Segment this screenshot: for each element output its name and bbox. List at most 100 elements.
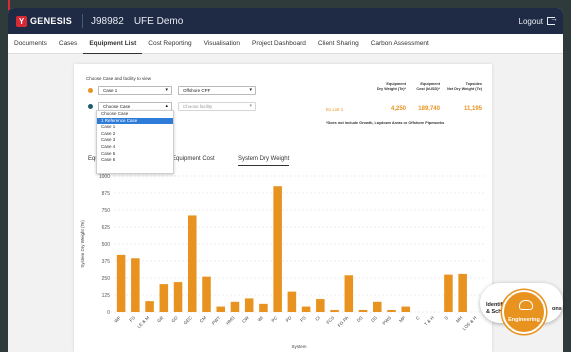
x-tick-label: GR xyxy=(156,315,165,324)
engineering-label: Engineering xyxy=(508,317,540,323)
chevron-down-icon: ▴ xyxy=(165,103,168,109)
logout-button[interactable]: Logout xyxy=(518,14,558,26)
dropdown-option-1-reference-case[interactable]: 1 Reference Case xyxy=(97,117,173,125)
nav-item-visualisation[interactable]: Visualisation xyxy=(198,34,246,54)
bar xyxy=(116,254,126,312)
header-topsides: Topsides Net Dry Weight (Te) xyxy=(447,82,482,91)
chevron-down-icon: ▾ xyxy=(249,87,252,93)
x-tick-label: C xyxy=(415,315,421,321)
logout-label: Logout xyxy=(518,16,543,26)
summary-topsides: 11,195 xyxy=(463,106,482,112)
genesis-logo[interactable]: Y GENESIS xyxy=(16,15,74,27)
case-select-2-value: Choose Case xyxy=(103,104,131,109)
bar xyxy=(202,276,211,312)
chevron-down-icon: ▾ xyxy=(249,103,252,109)
y-tick-label: 250 xyxy=(102,276,111,282)
x-axis-label: System xyxy=(291,344,306,349)
x-tick-label: WI xyxy=(257,315,264,322)
bar xyxy=(131,258,140,312)
bar xyxy=(173,282,183,312)
summary-footnote: *Does not include Growth, Laydown Areas … xyxy=(326,121,445,125)
bar xyxy=(330,309,339,312)
facility-select-1[interactable]: Offshore CPF ▾ xyxy=(178,86,256,95)
nav-item-documents[interactable]: Documents xyxy=(8,34,53,54)
x-tick-label: GEC xyxy=(183,315,194,326)
project-id: J98982 xyxy=(91,15,124,27)
bar xyxy=(287,291,297,312)
x-tick-label: GD xyxy=(170,315,179,324)
case-select-1[interactable]: Case 1 ▾ xyxy=(98,86,172,95)
facility-select-2[interactable]: Choose facility ▾ xyxy=(178,102,256,111)
y-tick-label: 500 xyxy=(102,242,111,248)
bar xyxy=(316,299,325,312)
cloud-upload-icon xyxy=(519,300,533,310)
x-tick-label: FS xyxy=(128,315,136,323)
dropdown-option-case-3[interactable]: Case 3 xyxy=(97,137,173,144)
engineering-button[interactable]: Engineering xyxy=(502,290,546,334)
nav-item-cost-reporting[interactable]: Cost Reporting xyxy=(142,34,197,54)
case-1-color-dot xyxy=(88,88,93,93)
dropdown-option-case-1[interactable]: Case 1 xyxy=(97,124,173,131)
bar xyxy=(373,301,382,312)
x-tick-label: MH xyxy=(455,315,463,323)
dropdown-option-case-5[interactable]: Case 5 xyxy=(97,151,173,158)
x-tick-label: FG PA xyxy=(337,315,350,328)
bar xyxy=(358,309,368,312)
badge-left-text-1: Identif xyxy=(486,302,503,308)
y-tick-label: 125 xyxy=(102,293,111,299)
x-tick-label: MP xyxy=(398,315,406,323)
bar xyxy=(301,306,311,312)
x-tick-label: CW xyxy=(241,315,250,324)
x-tick-label: DS xyxy=(370,315,378,323)
bar xyxy=(458,273,467,312)
facility-select-2-placeholder: Choose facility xyxy=(183,104,213,109)
y-tick-label: 0 xyxy=(107,310,110,316)
dropdown-option-choose-case[interactable]: Choose Case xyxy=(97,111,173,118)
x-tick-label: CI xyxy=(314,315,321,322)
dropdown-option-case-4[interactable]: Case 4 xyxy=(97,144,173,151)
bar xyxy=(145,301,154,312)
dropdown-option-case-2[interactable]: Case 2 xyxy=(97,131,173,138)
x-tick-label: PWS xyxy=(381,315,392,326)
nav-item-client-sharing[interactable]: Client Sharing xyxy=(312,34,365,54)
x-tick-label: DS xyxy=(356,315,364,323)
x-tick-label: FS xyxy=(299,315,307,323)
system-dry-weight-chart: 01252503755006257508751000WF FS LE & M GR GD… xyxy=(80,174,484,349)
case-select-1-value: Case 1 xyxy=(103,88,118,93)
x-tick-label: S xyxy=(443,315,449,321)
brand-name: GENESIS xyxy=(30,16,73,26)
tab-system-dry-weight[interactable]: System Dry Weight xyxy=(238,156,290,166)
x-tick-label: LE & M xyxy=(136,315,150,329)
badge-right-text: ons xyxy=(552,306,562,312)
x-tick-label: T & H xyxy=(423,315,435,327)
y-axis-label: System Dry Weight (Te) xyxy=(80,220,85,268)
topbar-divider xyxy=(82,14,83,28)
bar xyxy=(444,274,453,312)
facility-select-1-value: Offshore CPF xyxy=(183,88,211,93)
bar xyxy=(159,284,169,312)
nav-item-project-dashboard[interactable]: Project Dashboard xyxy=(246,34,312,54)
nav-item-cases[interactable]: Cases xyxy=(53,34,83,54)
nav-item-carbon-assessment[interactable]: Carbon Assessment xyxy=(365,34,435,54)
nav-item-equipment-list[interactable]: Equipment List xyxy=(83,34,143,54)
main-nav: Documents Cases Equipment List Cost Reporti… xyxy=(8,34,563,54)
bar xyxy=(244,298,254,312)
case-2-color-dot xyxy=(88,104,93,109)
chevron-down-icon: ▾ xyxy=(165,87,168,93)
equipment-panel: Choose Case and facility to view Case 1 … xyxy=(74,64,492,352)
x-tick-label: PD xyxy=(285,315,293,323)
bar xyxy=(387,309,396,312)
x-tick-label: PC xyxy=(270,315,278,323)
dropdown-option-case-6[interactable]: Case 6 xyxy=(97,157,173,164)
case-dropdown-menu: Choose Case 1 Reference Case Case 1 Case 2… xyxy=(96,110,174,174)
logout-icon xyxy=(547,14,558,25)
x-tick-label: PWT xyxy=(211,315,222,326)
x-tick-label: CM xyxy=(199,315,208,324)
bar xyxy=(216,306,225,312)
y-tick-label: 625 xyxy=(102,225,111,231)
bar xyxy=(273,186,282,312)
y-tick-label: 375 xyxy=(102,259,111,265)
bar xyxy=(259,303,268,312)
tab-equipment-cost[interactable]: Equipment Cost xyxy=(172,156,215,162)
y-tick-label: 750 xyxy=(102,208,111,214)
